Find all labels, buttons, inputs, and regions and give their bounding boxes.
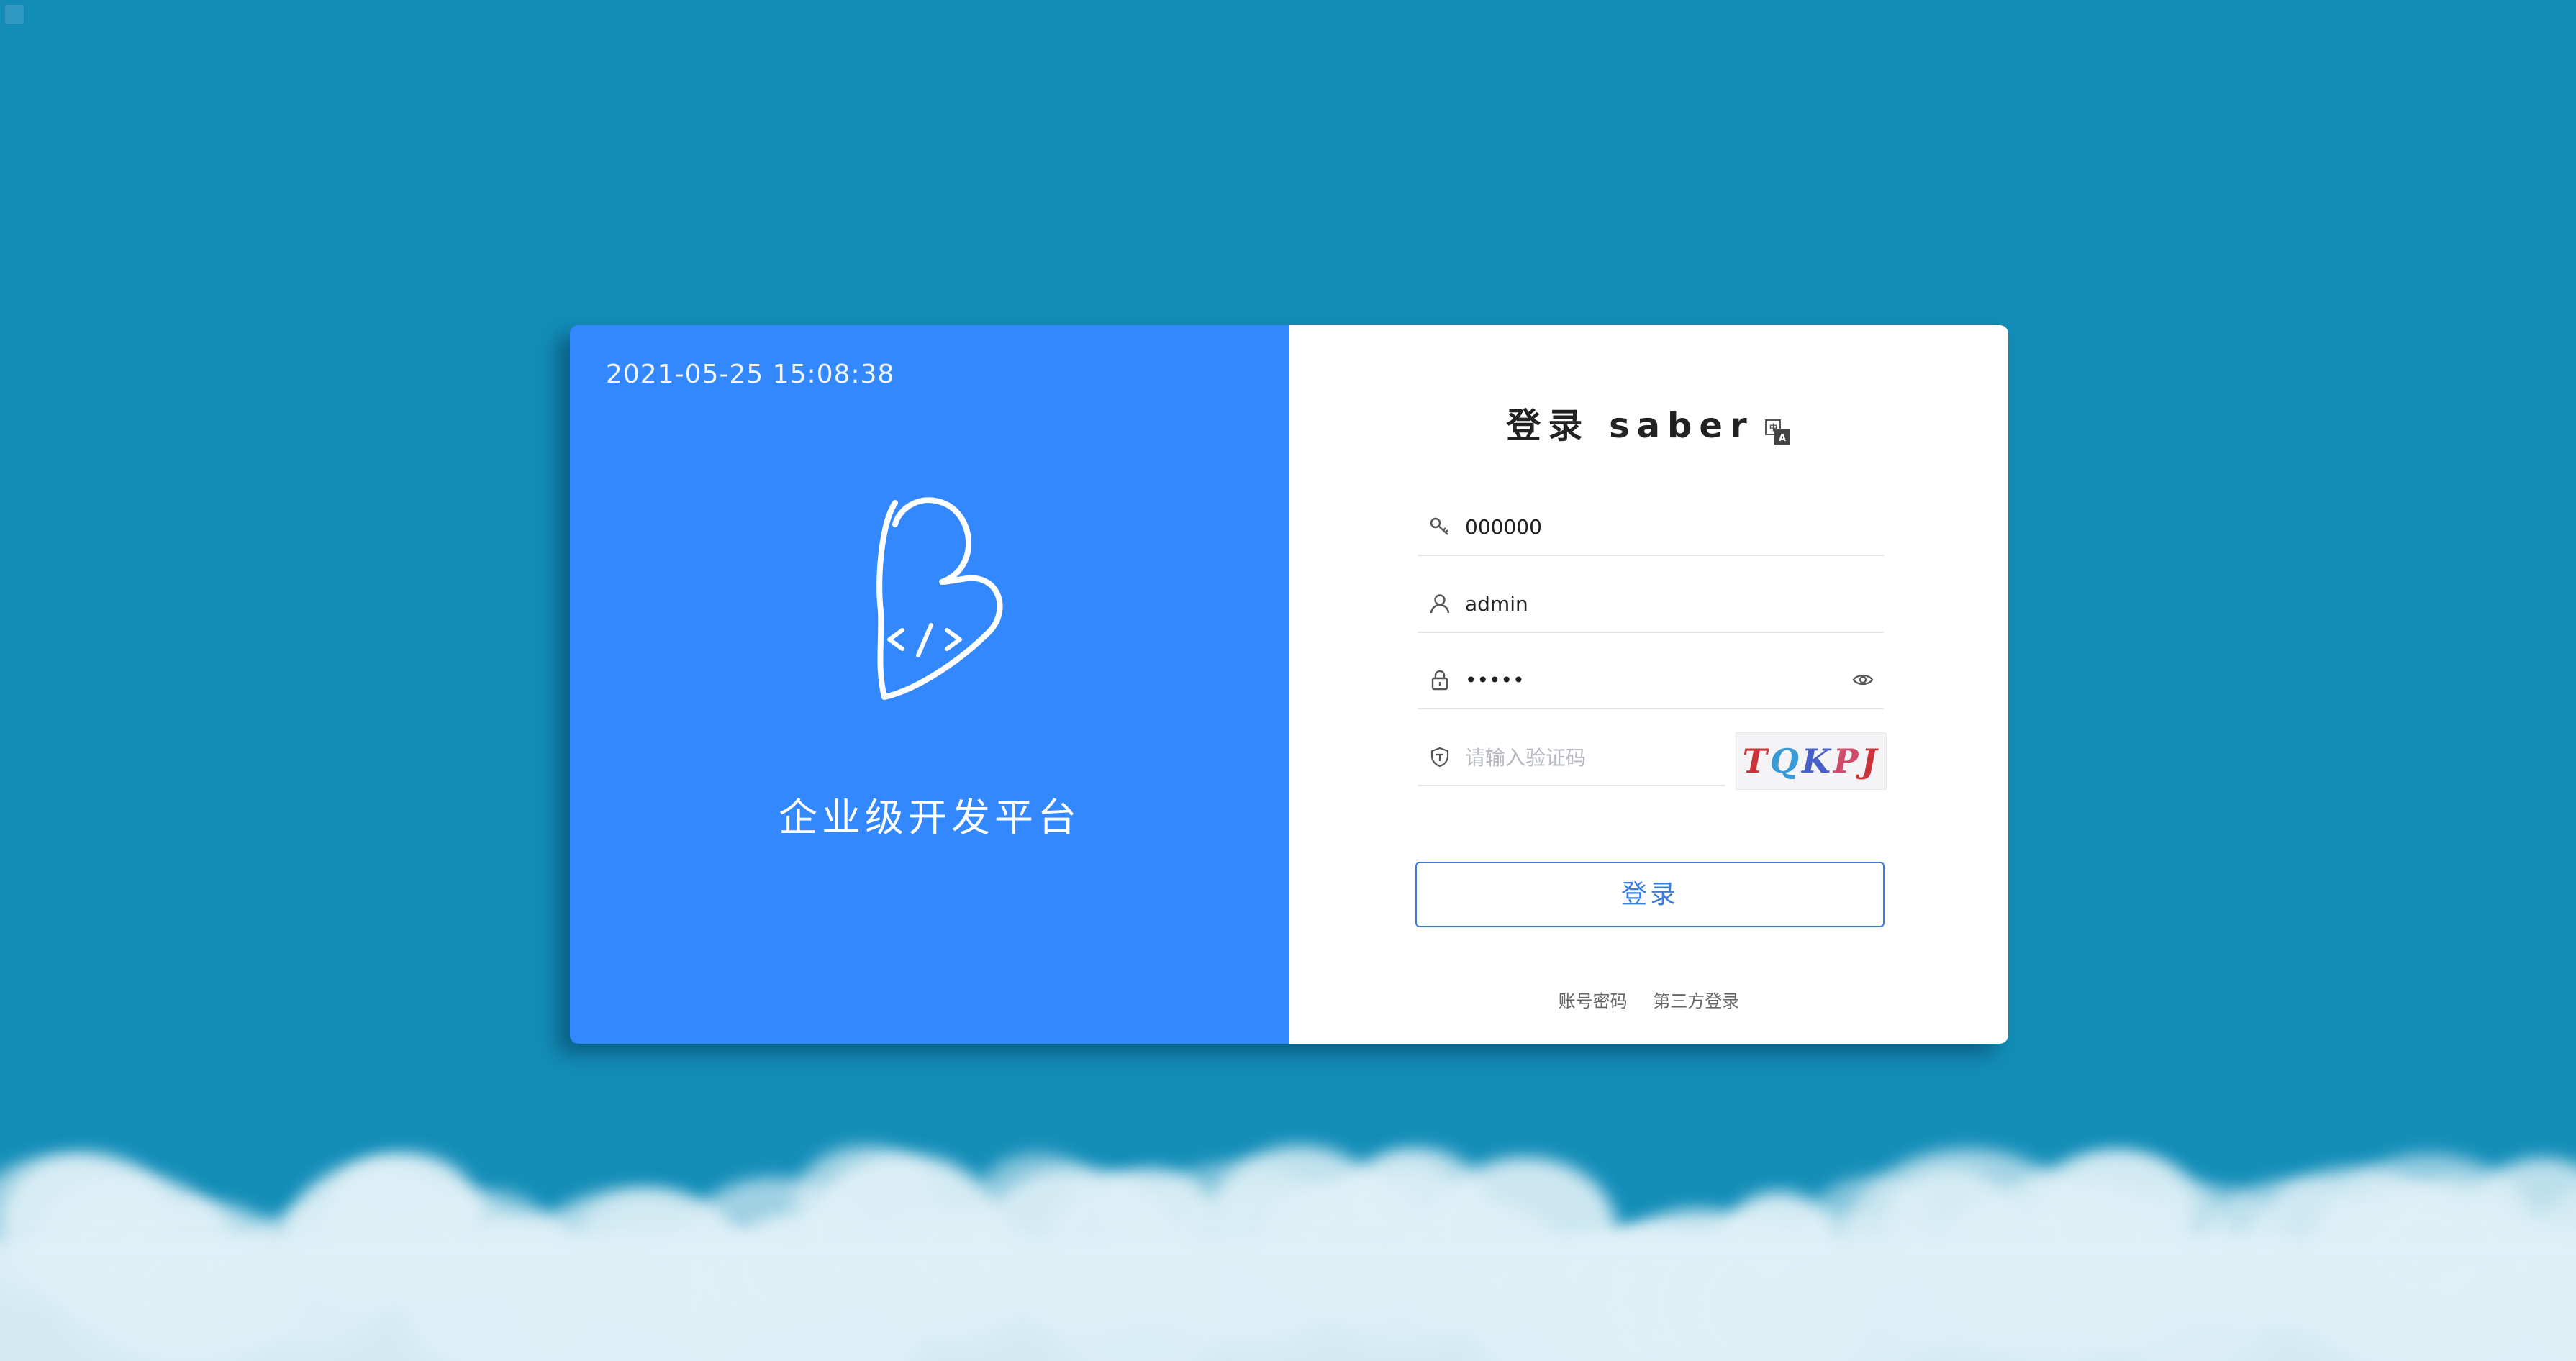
current-datetime: 2021-05-25 15:08:38 [606,360,895,389]
cloud-base [0,1239,2576,1361]
captcha-char: K [1801,742,1833,780]
login-title: 登录 saber 中 A [1289,397,2008,447]
login-card: 2021-05-25 15:08:38 企业级开发平台 登录 saber 中 A 0… [570,325,2008,1044]
captcha-char: P [1833,742,1861,780]
cloud-background [0,1102,2576,1361]
captcha-image[interactable]: T Q K P J [1736,732,1887,790]
captcha-char: Q [1769,742,1802,780]
username-input[interactable]: admin [1465,592,1884,616]
login-button[interactable]: 登录 [1415,862,1885,927]
captcha-char: T [1742,742,1770,780]
captcha-input[interactable]: 请输入验证码 [1465,742,1725,771]
key-icon [1430,517,1448,535]
logo-icon [876,497,1003,700]
login-title-text: 登录 saber [1506,406,1754,446]
translate-icon[interactable]: 中A [1764,414,1792,445]
eye-icon[interactable] [1852,669,1874,691]
shield-icon [1430,747,1449,768]
tenant-input[interactable]: 000000 [1465,515,1884,539]
password-input[interactable]: ••••• [1465,668,1852,692]
login-method-links: 账号密码 第三方登录 [1289,987,2008,1012]
user-icon [1430,594,1450,614]
tenant-field[interactable]: 000000 [1418,499,1884,556]
svg-text:中: 中 [1769,422,1784,432]
window-corner-mark [4,4,24,24]
svg-text:A: A [1779,433,1792,444]
lock-icon [1431,670,1448,691]
password-field[interactable]: ••••• [1418,652,1884,709]
captcha-field[interactable]: 请输入验证码 [1418,729,1725,786]
account-password-link[interactable]: 账号密码 [1559,991,1628,1011]
username-field[interactable]: admin [1418,575,1884,633]
brand-panel: 2021-05-25 15:08:38 企业级开发平台 [570,325,1289,1044]
third-party-login-link[interactable]: 第三方登录 [1653,991,1739,1011]
platform-tagline: 企业级开发平台 [779,795,1081,840]
captcha-char: J [1861,742,1880,780]
login-form-panel: 登录 saber 中 A 000000 admin ••••• 请输入验证码 T Q… [1289,325,2008,1044]
